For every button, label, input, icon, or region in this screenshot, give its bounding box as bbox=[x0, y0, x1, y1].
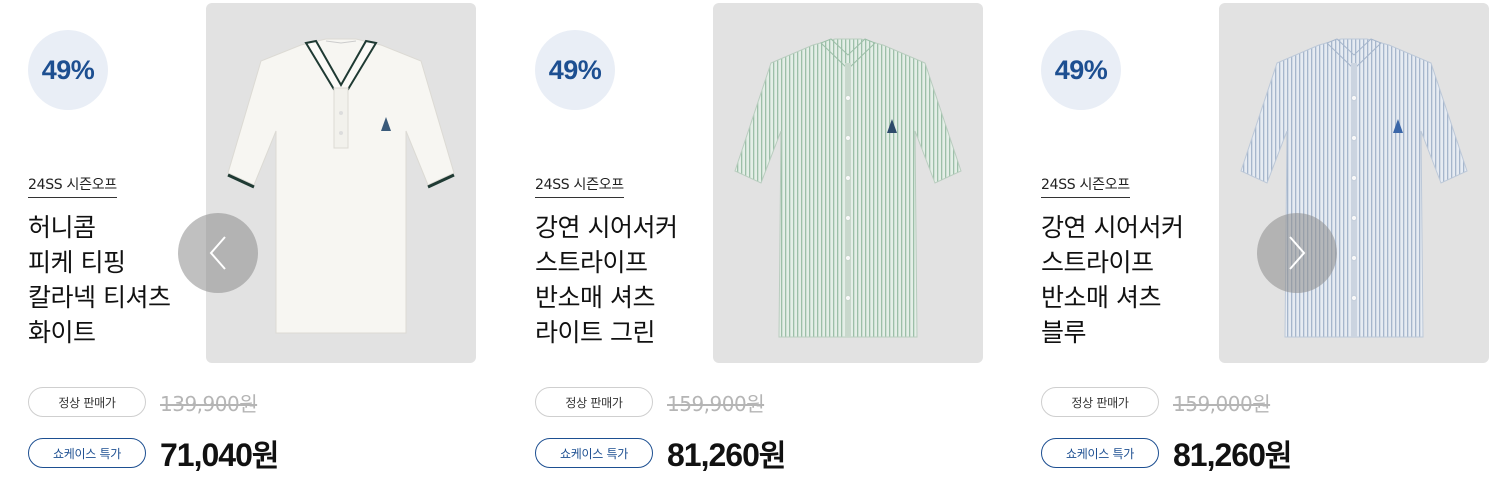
special-price-label: 쇼케이스 특가 bbox=[1041, 438, 1159, 468]
product-name-line: 반소매 셔츠 bbox=[1041, 283, 1161, 312]
product-name-line: 스트라이프 bbox=[1041, 248, 1154, 277]
special-price-value: 81,260 bbox=[1173, 437, 1266, 473]
product-card[interactable]: 49% 24SS 시즌오프 강연 시어서커 스트라이프 반소매 셔츠 라이트 그… bbox=[507, 0, 987, 485]
product-name-line: 스트라이프 bbox=[535, 248, 648, 277]
special-price-label: 쇼케이스 특가 bbox=[535, 438, 653, 468]
regular-price-label: 정상 판매가 bbox=[28, 387, 146, 417]
price-unit: 원 bbox=[251, 440, 280, 473]
discount-badge: 49% bbox=[28, 30, 108, 110]
special-price-row: 쇼케이스 특가 81,260원 bbox=[535, 431, 787, 475]
carousel-prev-button[interactable] bbox=[178, 213, 258, 293]
special-price-label: 쇼케이스 특가 bbox=[28, 438, 146, 468]
product-name-line: 반소매 셔츠 bbox=[535, 283, 655, 312]
special-price: 81,260원 bbox=[667, 431, 787, 475]
regular-price-row: 정상 판매가 159,000원 bbox=[1041, 387, 1271, 417]
discount-badge: 49% bbox=[535, 30, 615, 110]
price-unit: 원 bbox=[1264, 440, 1293, 473]
product-image[interactable] bbox=[1219, 3, 1489, 363]
discount-badge: 49% bbox=[1041, 30, 1121, 110]
season-tag: 24SS 시즌오프 bbox=[535, 174, 624, 198]
stripe-shirt-blue-image bbox=[1240, 38, 1468, 338]
special-price-value: 71,040 bbox=[160, 437, 253, 473]
chevron-left-icon bbox=[209, 236, 226, 270]
product-image[interactable] bbox=[206, 3, 476, 363]
product-name-line: 피케 티핑 bbox=[28, 248, 126, 277]
product-name-line: 화이트 bbox=[28, 318, 96, 347]
special-price-row: 쇼케이스 특가 81,260원 bbox=[1041, 431, 1293, 475]
special-price-row: 쇼케이스 특가 71,040원 bbox=[28, 431, 280, 475]
regular-price-row: 정상 판매가 159,900원 bbox=[535, 387, 765, 417]
product-image[interactable] bbox=[713, 3, 983, 363]
product-name-line: 칼라넥 티셔츠 bbox=[28, 283, 171, 312]
product-name-line: 강연 시어서커 bbox=[1041, 213, 1184, 242]
product-name-line: 강연 시어서커 bbox=[535, 213, 678, 242]
special-price: 81,260원 bbox=[1173, 431, 1293, 475]
product-name-line: 블루 bbox=[1041, 318, 1087, 347]
regular-price: 159,900원 bbox=[667, 391, 765, 416]
regular-price-row: 정상 판매가 139,900원 bbox=[28, 387, 258, 417]
product-name-line: 라이트 그린 bbox=[535, 318, 655, 347]
product-name[interactable]: 강연 시어서커 스트라이프 반소매 셔츠 블루 bbox=[1041, 210, 1216, 350]
regular-price: 139,900원 bbox=[160, 391, 258, 416]
price-unit: 원 bbox=[758, 440, 787, 473]
special-price: 71,040원 bbox=[160, 431, 280, 475]
regular-price-label: 정상 판매가 bbox=[535, 387, 653, 417]
stripe-shirt-green-image bbox=[734, 38, 962, 338]
product-name-line: 허니콤 bbox=[28, 213, 96, 242]
season-tag: 24SS 시즌오프 bbox=[28, 174, 117, 198]
regular-price: 159,000원 bbox=[1173, 391, 1271, 416]
product-card[interactable]: 49% 24SS 시즌오프 강연 시어서커 스트라이프 반소매 셔츠 블루 정상… bbox=[1013, 0, 1493, 485]
season-tag: 24SS 시즌오프 bbox=[1041, 174, 1130, 198]
polo-shirt-white-image bbox=[227, 38, 455, 334]
discount-rate: 49% bbox=[1054, 54, 1108, 85]
carousel-next-button[interactable] bbox=[1257, 213, 1337, 293]
product-name[interactable]: 강연 시어서커 스트라이프 반소매 셔츠 라이트 그린 bbox=[535, 210, 710, 350]
chevron-right-icon bbox=[1289, 236, 1306, 270]
product-name[interactable]: 허니콤 피케 티핑 칼라넥 티셔츠 화이트 bbox=[28, 210, 203, 350]
discount-rate: 49% bbox=[41, 54, 95, 85]
discount-rate: 49% bbox=[548, 54, 602, 85]
regular-price-label: 정상 판매가 bbox=[1041, 387, 1159, 417]
special-price-value: 81,260 bbox=[667, 437, 760, 473]
